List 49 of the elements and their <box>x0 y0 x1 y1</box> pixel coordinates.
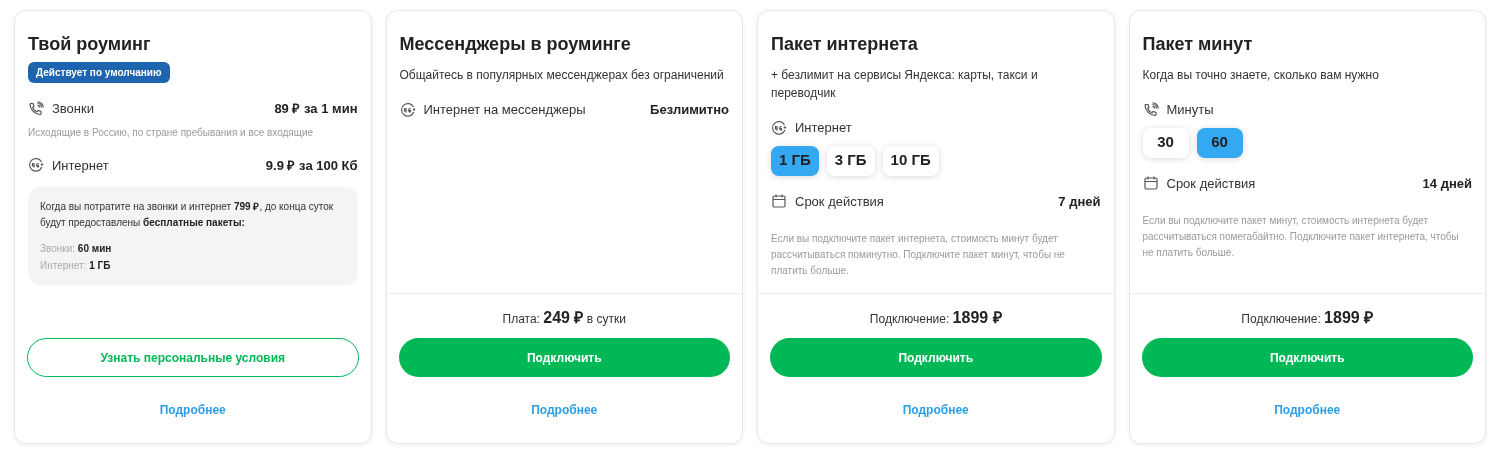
details-link[interactable]: Подробнее <box>1274 401 1341 419</box>
connect-button[interactable]: Подключить <box>1141 338 1473 377</box>
calendar-icon <box>1142 175 1159 192</box>
option-chip[interactable]: 3 ГБ <box>826 145 875 176</box>
info-note: Если вы подключите пакет минут, стоимость интернета будет рассчитываться помегабайтно. Подключите пакет интернета, чтобы не платить больше. <box>1142 214 1460 260</box>
card-subtitle: Общайтесь в популярных мессенджерах без ограничений <box>399 67 725 84</box>
card-subtitle: + безлимит на сервисы Яндекса: карты, такси и переводчик <box>771 67 1039 102</box>
phone-icon <box>28 100 44 117</box>
connect-button[interactable]: Подключить <box>398 338 730 377</box>
info-text: Когда вы потратите на звонки и интернет 799 ₽, до конца суток будут предоставлены бесплатные пакеты: <box>40 200 335 230</box>
price-text: Подключение: 1899 ₽ <box>869 308 1002 328</box>
details-link[interactable]: Подробнее <box>159 401 226 419</box>
row-value: Безлимитно <box>650 101 729 119</box>
price-text: Плата: 249 ₽ в сутки <box>502 308 626 328</box>
row-label: Срок действия <box>1166 174 1256 193</box>
row-label: Срок действия <box>795 192 884 211</box>
card-title: Мессенджеры в роуминге <box>399 33 632 56</box>
option-chip[interactable]: 60 <box>1196 127 1243 158</box>
row-label: Звонки <box>52 100 94 118</box>
4g-icon <box>28 157 44 174</box>
card-title: Твой роуминг <box>28 33 152 56</box>
4g-icon <box>771 119 787 136</box>
card-subtitle: Когда вы точно знаете, сколько вам нужно <box>1142 67 1380 84</box>
calendar-icon <box>771 193 787 210</box>
info-line: Интернет: 1 ГБ <box>40 259 112 273</box>
row-value: 14 дней <box>1422 174 1472 193</box>
connect-button[interactable]: Подключить <box>770 338 1102 377</box>
card-title: Пакет минут <box>1142 33 1254 56</box>
row-note: Исходящие в Россию, по стране пребывания и все входящие <box>28 125 315 140</box>
details-link[interactable]: Подробнее <box>531 401 598 419</box>
row-value: 9.9 ₽ за 100 Кб <box>265 156 358 175</box>
row-label: Интернет <box>52 156 109 175</box>
row-label: Интернет на мессенджеры <box>423 101 586 119</box>
default-badge: Действует по умолчанию <box>28 62 170 83</box>
row-value: 7 дней <box>1058 192 1101 211</box>
row-value: 89 ₽ за 1 мин <box>274 100 358 118</box>
info-line: Звонки: 60 мин <box>40 242 113 256</box>
info-note: Если вы подключите пакет интернета, стоимость минут будет рассчитываться поминутно. Подключите пакет минут, чтобы не платить больше. <box>771 232 1066 278</box>
4g-icon <box>399 101 416 118</box>
option-chip[interactable]: 30 <box>1142 127 1189 158</box>
phone-icon <box>1142 101 1159 118</box>
price-text: Подключение: 1899 ₽ <box>1241 308 1374 328</box>
details-link[interactable]: Подробнее <box>902 401 969 419</box>
card-title: Пакет интернета <box>771 33 919 56</box>
connect-button[interactable]: Узнать персональные условия <box>27 338 359 377</box>
row-label: Минуты <box>1166 101 1214 119</box>
option-chip[interactable]: 10 ГБ <box>882 145 939 176</box>
option-chip[interactable]: 1 ГБ <box>771 145 819 176</box>
row-label: Интернет <box>795 119 852 137</box>
